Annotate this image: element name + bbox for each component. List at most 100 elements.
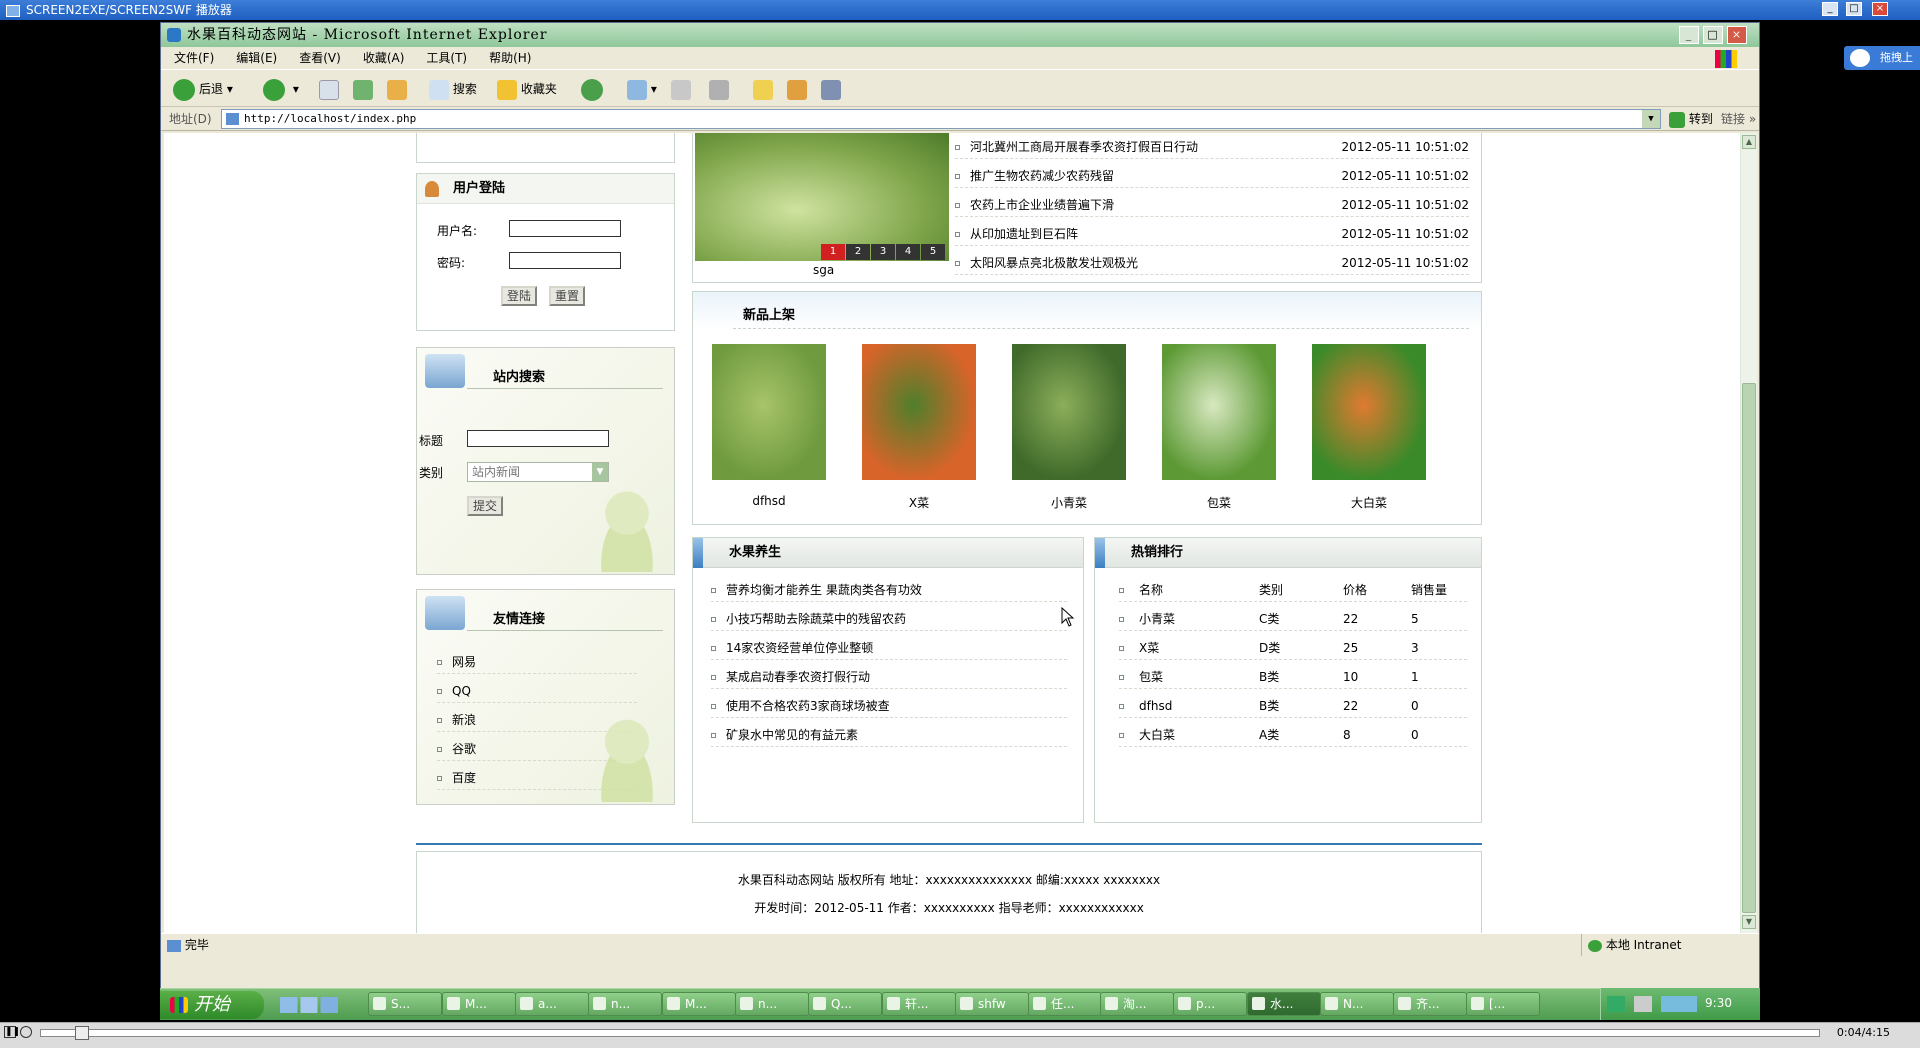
taskbar-task[interactable]: shfw <box>955 992 1029 1016</box>
mail-button[interactable]: ▾ <box>627 78 657 100</box>
pause-icon[interactable]: ❚❚ <box>4 1026 20 1038</box>
health-item[interactable]: 矿泉水中常见的有益元素 <box>711 723 1067 747</box>
health-item[interactable]: 营养均衡才能养生 果蔬肉类各有功效 <box>711 578 1067 602</box>
username-label: 用户名: <box>437 224 478 238</box>
scroll-up-icon[interactable]: ▲ <box>1742 135 1756 149</box>
table-row[interactable]: 包菜 B类 10 1 <box>1119 665 1467 689</box>
taskbar-task[interactable]: 任... <box>1028 992 1102 1016</box>
stop-icon[interactable] <box>20 1026 32 1038</box>
forward-button[interactable]: ▾ <box>263 78 299 101</box>
stop-button[interactable] <box>319 78 339 100</box>
news-item[interactable]: 河北冀州工商局开展春季农资打假百日行动 2012-05-11 10:51:02 <box>955 135 1469 159</box>
table-row[interactable]: 大白菜 A类 8 0 <box>1119 723 1467 747</box>
back-button[interactable]: 后退 ▾ <box>173 78 233 101</box>
slider-page[interactable]: 3 <box>871 244 895 260</box>
taskbar-task[interactable]: n... <box>588 992 662 1016</box>
address-dropdown-icon[interactable]: ▼ <box>1642 110 1660 128</box>
scroll-down-icon[interactable]: ▼ <box>1742 915 1756 929</box>
taskbar-task[interactable]: M... <box>662 992 736 1016</box>
menu-edit[interactable]: 编辑(E) <box>227 47 286 69</box>
product-item[interactable]: X菜 <box>859 344 979 511</box>
taskbar-task[interactable]: p... <box>1173 992 1247 1016</box>
menu-file[interactable]: 文件(F) <box>165 47 223 69</box>
product-item[interactable]: 包菜 <box>1159 344 1279 511</box>
health-item[interactable]: 14家农资经营单位停业整顿 <box>711 636 1067 660</box>
address-input[interactable]: http://localhost/index.php ▼ <box>221 109 1661 129</box>
slider-page[interactable]: 4 <box>896 244 920 260</box>
slider-page[interactable]: 5 <box>921 244 945 260</box>
link-item[interactable]: 网易 <box>437 650 637 674</box>
taskbar-task[interactable]: N... <box>1320 992 1394 1016</box>
menu-view[interactable]: 查看(V) <box>290 47 350 69</box>
col-name: 名称 <box>1139 583 1164 597</box>
taskbar-task[interactable]: S... <box>368 992 442 1016</box>
go-button[interactable]: 转到 <box>1669 107 1713 131</box>
taskbar-task[interactable]: a... <box>515 992 589 1016</box>
news-item[interactable]: 农药上市企业业绩普遍下滑 2012-05-11 10:51:02 <box>955 193 1469 217</box>
task-icon <box>667 997 680 1010</box>
tray-icons[interactable] <box>1607 996 1697 1012</box>
health-item[interactable]: 小技巧帮助去除蔬菜中的残留农药 <box>711 607 1067 631</box>
health-item-title: 某成启动春季农资打假行动 <box>726 670 871 684</box>
side-widget[interactable]: 拖拽上 <box>1844 46 1920 70</box>
progress-handle[interactable] <box>75 1026 89 1040</box>
health-item[interactable]: 使用不合格农药3家商球场被查 <box>711 694 1067 718</box>
links-button[interactable]: 链接 » <box>1721 107 1756 131</box>
favorites-button[interactable]: 收藏夹 <box>497 78 557 100</box>
product-item[interactable]: 大白菜 <box>1309 344 1429 511</box>
product-item[interactable]: 小青菜 <box>1009 344 1129 511</box>
menu-tools[interactable]: 工具(T) <box>417 47 476 69</box>
slider-page[interactable]: 1 <box>821 244 845 260</box>
table-row[interactable]: 小青菜 C类 22 5 <box>1119 607 1467 631</box>
maximize-button[interactable]: □ <box>1703 26 1723 44</box>
search-type-select[interactable]: 站内新闻 ▼ <box>467 462 609 482</box>
edit-button[interactable] <box>709 78 729 100</box>
scroll-thumb[interactable] <box>1742 383 1756 913</box>
player-close-button[interactable]: × <box>1872 2 1888 16</box>
status-text: 完毕 <box>184 938 209 952</box>
taskbar-task[interactable]: n... <box>735 992 809 1016</box>
bullet-icon <box>1119 675 1124 680</box>
home-button[interactable] <box>387 78 407 100</box>
health-item[interactable]: 某成启动春季农资打假行动 <box>711 665 1067 689</box>
search-title-input[interactable] <box>467 430 609 447</box>
messenger-button[interactable] <box>821 78 841 100</box>
slider-page[interactable]: 2 <box>846 244 870 260</box>
search-button[interactable]: 搜索 <box>429 78 477 100</box>
print-button[interactable] <box>671 78 691 100</box>
news-item[interactable]: 推广生物农药减少农药残留 2012-05-11 10:51:02 <box>955 164 1469 188</box>
product-item[interactable]: dfhsd <box>709 344 829 508</box>
news-item[interactable]: 从印加遗址到巨石阵 2012-05-11 10:51:02 <box>955 222 1469 246</box>
research-button[interactable] <box>787 78 807 100</box>
taskbar-task[interactable]: M... <box>442 992 516 1016</box>
taskbar-task[interactable]: 齐... <box>1393 992 1467 1016</box>
progress-slider[interactable] <box>40 1026 1820 1040</box>
bullet-icon <box>437 718 442 723</box>
password-input[interactable] <box>509 252 621 269</box>
taskbar-task[interactable]: [... <box>1466 992 1540 1016</box>
search-submit-button[interactable]: 提交 <box>467 496 504 516</box>
username-input[interactable] <box>509 220 621 237</box>
taskbar-task[interactable]: Q... <box>808 992 882 1016</box>
login-button[interactable]: 登陆 <box>501 286 538 306</box>
reset-button[interactable]: 重置 <box>549 286 586 306</box>
menu-favorites[interactable]: 收藏(A) <box>354 47 414 69</box>
player-minimize-button[interactable]: _ <box>1822 2 1838 16</box>
menu-help[interactable]: 帮助(H) <box>480 47 540 69</box>
link-label: 谷歌 <box>452 742 477 756</box>
refresh-button[interactable] <box>353 78 373 100</box>
table-row[interactable]: X菜 D类 25 3 <box>1119 636 1467 660</box>
close-button[interactable]: × <box>1727 26 1747 44</box>
taskbar-task[interactable]: 淘... <box>1100 992 1174 1016</box>
player-maximize-button[interactable]: □ <box>1846 2 1862 16</box>
taskbar-task[interactable]: 水... <box>1247 992 1321 1016</box>
media-button[interactable] <box>581 78 607 101</box>
news-item[interactable]: 太阳风暴点亮北极散发壮观极光 2012-05-11 10:51:02 <box>955 251 1469 275</box>
table-row[interactable]: dfhsd B类 22 0 <box>1119 694 1467 718</box>
discuss-button[interactable] <box>753 78 773 100</box>
link-item[interactable]: QQ <box>437 679 637 703</box>
taskbar-task[interactable]: 轩... <box>882 992 956 1016</box>
vertical-scrollbar[interactable]: ▲ ▼ <box>1740 133 1757 933</box>
minimize-button[interactable]: _ <box>1679 26 1699 44</box>
footer-rule <box>416 843 1482 845</box>
